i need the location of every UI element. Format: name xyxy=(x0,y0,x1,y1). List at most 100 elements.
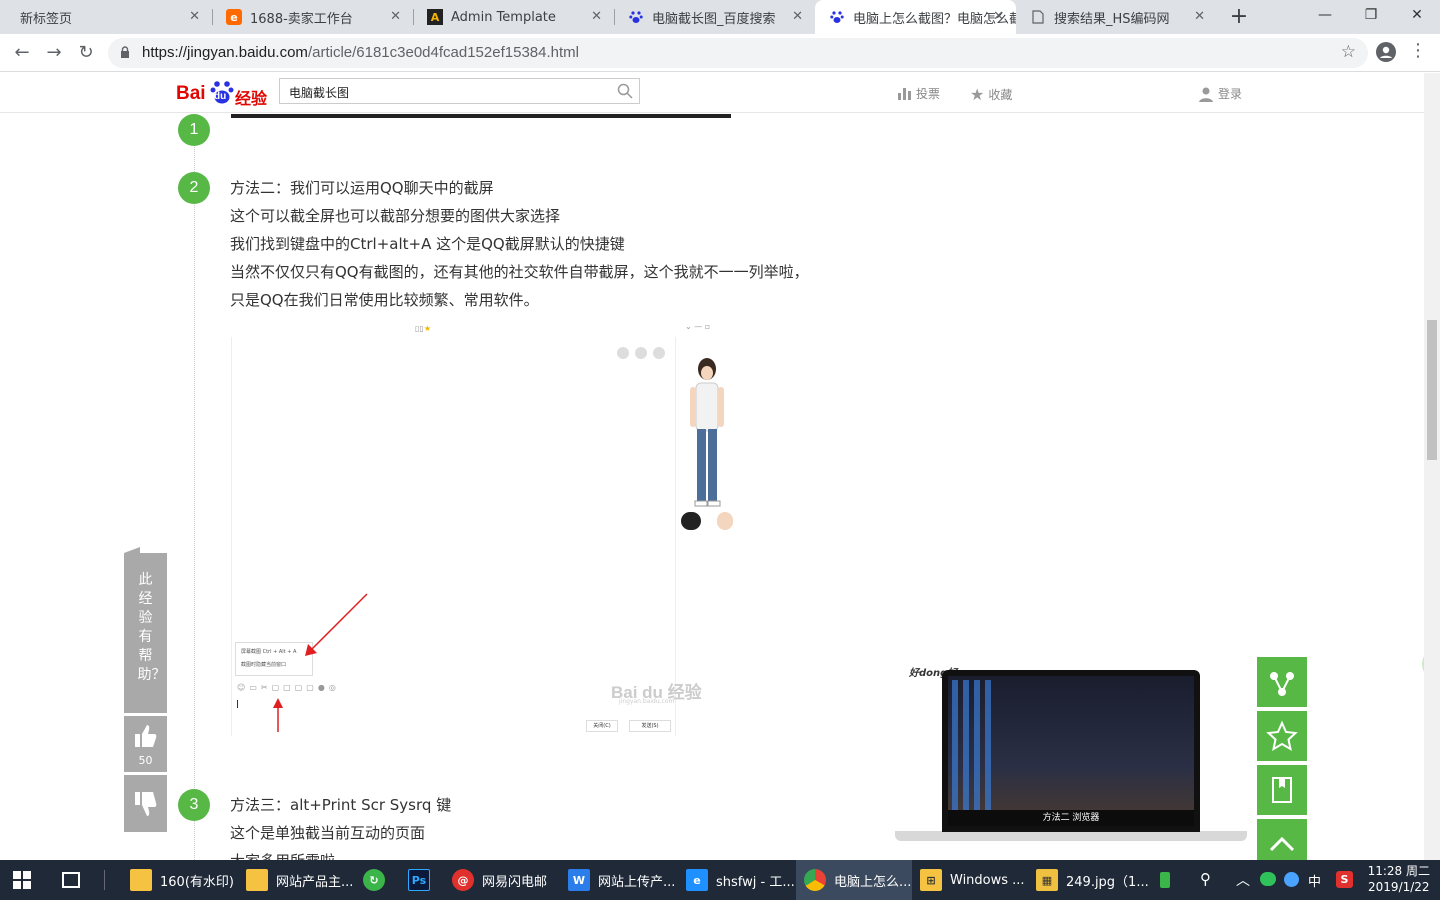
login-label: 登录 xyxy=(1218,87,1243,101)
tab-close-icon[interactable]: ✕ xyxy=(189,9,200,24)
back-arrow-icon[interactable]: ← xyxy=(10,42,34,64)
tab-1688[interactable]: e 1688-卖家工作台 ✕ xyxy=(212,0,413,34)
image-viewer-icon: ▦ xyxy=(1036,869,1058,891)
maximize-icon[interactable]: ❐ xyxy=(1348,0,1394,30)
baidu-jingyan-logo[interactable]: Bai du 经验 xyxy=(176,77,270,108)
clock-time: 11:28 周二 xyxy=(1367,864,1430,878)
forward-arrow-icon[interactable]: → xyxy=(42,42,66,64)
taskbar-item-photoshop[interactable]: Ps xyxy=(400,860,442,900)
laptop-screen: 方法二 浏览器 xyxy=(942,670,1200,832)
network-icon[interactable] xyxy=(1284,872,1299,887)
tab-hs-code[interactable]: 搜索结果_HS编码网 ✕ xyxy=(1016,0,1217,34)
chevron-up-icon xyxy=(1269,836,1295,852)
taskbar-item-mail[interactable]: @ 网易闪电邮 xyxy=(444,860,558,900)
new-tab-button[interactable]: + xyxy=(1227,4,1251,30)
tab-close-icon[interactable]: ✕ xyxy=(792,9,803,24)
thumbs-down-icon xyxy=(135,792,157,816)
qq-penguin-icon xyxy=(681,512,701,530)
system-clock[interactable]: 11:28 周二 2019/1/22 xyxy=(1368,863,1430,895)
chat-send-button: 发送(S) xyxy=(629,720,671,732)
text-line: 方法二：我们可以运用QQ聊天中的截屏 xyxy=(230,179,494,197)
taskbar-item-upload-app[interactable]: W 网站上传产... xyxy=(560,860,676,900)
thumbs-down-button[interactable] xyxy=(124,775,167,832)
chrome-icon xyxy=(804,869,826,891)
search-input[interactable]: 电脑截长图 xyxy=(289,84,349,101)
page-icon xyxy=(1030,9,1046,25)
article-content: 1 2 方法二：我们可以运用QQ聊天中的截屏 这个可以截全屏也可以截部分想要的图… xyxy=(0,114,1424,860)
taskbar-label: 网站上传产... xyxy=(598,874,676,890)
logo-text-bai: Bai xyxy=(176,83,206,104)
bookmark-star-icon[interactable]: ☆ xyxy=(1341,42,1356,62)
star-icon: ★ xyxy=(970,85,985,104)
url-text[interactable]: https://jingyan.baidu.com/article/6181c3… xyxy=(142,44,579,61)
call-icons-row xyxy=(617,344,677,359)
search-icon[interactable] xyxy=(617,83,633,99)
tab-admin-template[interactable]: A Admin Template ✕ xyxy=(413,0,614,34)
omnibox[interactable]: https://jingyan.baidu.com/article/6181c3… xyxy=(108,38,1368,68)
window-controls: — ❐ ✕ xyxy=(1302,0,1440,34)
taskbar-item-chrome[interactable]: 电脑上怎么... xyxy=(796,860,912,900)
vote-label: 投票 xyxy=(916,87,941,101)
address-toolbar: ← → ↻ https://jingyan.baidu.com/article/… xyxy=(0,34,1440,72)
thumbs-up-count: 50 xyxy=(138,754,153,767)
desktop-wallpaper: 方法二 浏览器 xyxy=(948,676,1194,826)
ime-indicator[interactable]: 中 xyxy=(1308,871,1321,890)
qq-screenshot-image[interactable]: ▯▯★ ⌄ — ▫ 屏幕截图 Ctrl + Alt + A 截图时隐藏当前窗口 xyxy=(231,322,733,736)
windows-start-icon[interactable] xyxy=(12,870,32,890)
tab-close-icon[interactable]: ✕ xyxy=(1194,9,1205,24)
tab-baidu-search[interactable]: 电脑截长图_百度搜索 ✕ xyxy=(614,0,815,34)
thumbs-up-button[interactable]: 50 xyxy=(124,716,167,772)
site-header: Bai du 经验 电脑截长图 投票 ★ 收藏 登录 xyxy=(0,73,1424,113)
menu-kebab-icon[interactable]: ⋮ xyxy=(1408,40,1428,61)
share-button[interactable] xyxy=(1257,657,1307,707)
vote-link[interactable]: 投票 xyxy=(898,85,940,102)
bar-chart-icon xyxy=(898,87,911,100)
logo-text-du: du xyxy=(214,91,227,102)
minimize-icon[interactable]: — xyxy=(1302,0,1348,30)
explorer-icon: ⊞ xyxy=(920,869,942,891)
step-timeline-line xyxy=(194,114,195,860)
thumbs-up-icon xyxy=(135,725,157,747)
tab-new-tab[interactable]: 新标签页 ✕ xyxy=(6,0,212,34)
taskbar-divider xyxy=(104,870,105,890)
sogou-input-icon[interactable]: S xyxy=(1336,871,1353,888)
floating-video-player[interactable]: 好dong好 方法二 浏览器 xyxy=(895,664,1247,860)
text-line: 这个是单独截当前互动的页面 xyxy=(230,824,426,842)
taskbar-item-chat-app[interactable]: e shsfwj - 工... xyxy=(678,860,795,900)
tray-expand-icon[interactable]: ︿ xyxy=(1236,870,1250,890)
taskbar-label: shsfwj - 工... xyxy=(716,874,795,890)
tab-close-icon[interactable]: ✕ xyxy=(390,9,401,24)
tab-close-icon[interactable]: ✕ xyxy=(993,9,1004,24)
battery-app-icon[interactable] xyxy=(1160,872,1170,888)
text-line: 方法三：alt+Print Scr Sysrq 键 xyxy=(230,796,452,814)
reload-icon[interactable]: ↻ xyxy=(74,42,98,64)
scrollbar-thumb[interactable] xyxy=(1427,320,1437,460)
page-scrollbar[interactable] xyxy=(1424,73,1440,860)
baidu-paw-icon xyxy=(829,9,845,25)
windows-taskbar: 160(有水印) 网站产品主... ↻ Ps @ 网易闪电邮 W 网站上传产... … xyxy=(0,860,1440,900)
back-to-top-button[interactable] xyxy=(1257,819,1307,860)
url-path: /article/6181c3e0d4fcad152ef15384.html xyxy=(307,44,579,61)
favorite-side-button[interactable] xyxy=(1257,711,1307,761)
taskbar-item-refresh-app[interactable]: ↻ xyxy=(355,860,397,900)
people-icon[interactable]: ⚲ xyxy=(1200,870,1211,888)
window-title-icons: ▯▯★ xyxy=(415,324,431,333)
taskbar-item-folder-160[interactable]: 160(有水印) xyxy=(122,860,238,900)
taskbar-item-windows-explorer[interactable]: ⊞ Windows ... xyxy=(912,860,1028,900)
tab-close-icon[interactable]: ✕ xyxy=(591,9,602,24)
clock-date: 2019/1/22 xyxy=(1368,880,1430,894)
tab-active-article[interactable]: 电脑上怎么截图？电脑怎么截 ✕ xyxy=(815,0,1016,34)
favorite-link[interactable]: ★ 收藏 xyxy=(970,85,1012,104)
close-window-icon[interactable]: ✕ xyxy=(1394,0,1440,30)
search-box[interactable]: 电脑截长图 xyxy=(279,78,640,104)
profile-icon[interactable] xyxy=(1376,42,1396,62)
previous-step-image-edge xyxy=(231,114,731,118)
taskbar-item-image-viewer[interactable]: ▦ 249.jpg（1... xyxy=(1028,860,1149,900)
wechat-icon[interactable] xyxy=(1260,872,1276,886)
login-link[interactable]: 登录 xyxy=(1198,85,1242,102)
bookmark-side-button[interactable] xyxy=(1257,765,1307,815)
task-view-icon[interactable] xyxy=(62,872,80,888)
step-number-badge: 1 xyxy=(178,114,210,146)
taskbar-item-folder-products[interactable]: 网站产品主... xyxy=(238,860,353,900)
chat-app-icon: e xyxy=(686,869,708,891)
